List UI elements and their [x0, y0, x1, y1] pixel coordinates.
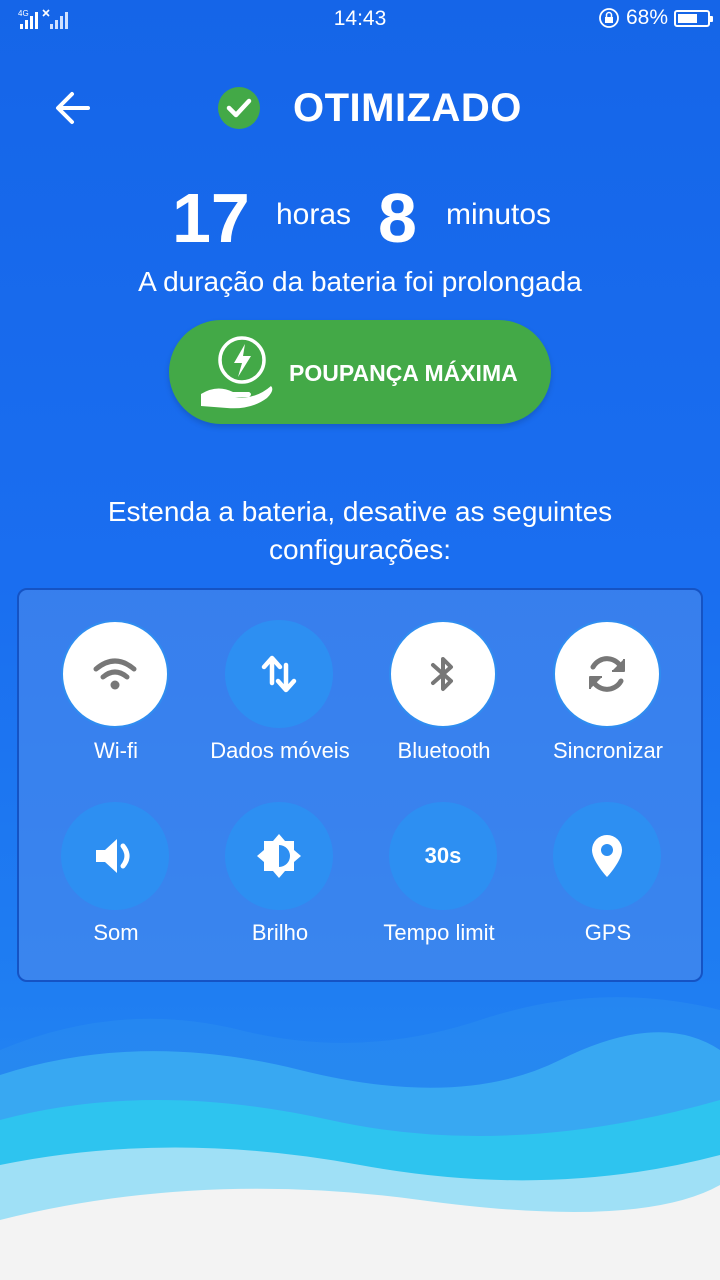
setting-timeout[interactable]: 30s Tempo limit: [362, 802, 526, 972]
hours-value: 17: [172, 179, 250, 257]
sound-toggle[interactable]: [61, 802, 169, 910]
battery-extension-duration: 17 horas 8 minutos: [0, 178, 720, 258]
hand-lightning-icon: [201, 336, 273, 409]
sync-toggle[interactable]: [553, 620, 661, 728]
wifi-toggle[interactable]: [61, 620, 169, 728]
sync-icon: [589, 656, 625, 692]
timeout-toggle[interactable]: 30s: [389, 802, 497, 910]
status-bar: 4G 14:43 68%: [0, 0, 720, 36]
brightness-toggle[interactable]: [225, 802, 333, 910]
settings-hint: Estenda a bateria, desative as seguintes…: [40, 493, 680, 569]
max-saving-label: POUPANÇA MÁXIMA: [289, 360, 518, 386]
battery-level: [678, 13, 698, 23]
duration-subtitle: A duração da bateria foi prolongada: [138, 266, 582, 297]
battery-icon: [674, 9, 713, 27]
battery-percent: 68%: [625, 6, 668, 29]
hours-unit: horas: [276, 198, 352, 231]
brightness-icon: [257, 834, 301, 878]
settings-panel: Wi-fi Dados móveis Bluetooth Sincronizar…: [17, 588, 703, 982]
setting-wifi[interactable]: Wi-fi: [34, 620, 198, 790]
setting-label: Sincronizar: [552, 738, 664, 763]
wave-decoration: [0, 997, 720, 1280]
setting-label: Tempo limit: [383, 920, 495, 945]
setting-gps[interactable]: GPS: [526, 802, 690, 972]
status-right: 68%: [598, 6, 713, 30]
mobile-data-icon: [261, 655, 297, 693]
setting-label: Brilho: [251, 920, 309, 945]
max-saving-button[interactable]: POUPANÇA MÁXIMA: [169, 320, 551, 424]
sound-icon: [96, 839, 130, 873]
gps-toggle[interactable]: [553, 802, 661, 910]
minutes-value: 8: [378, 179, 417, 257]
arrow-left-icon[interactable]: [48, 84, 96, 132]
bluetooth-icon: [431, 657, 453, 691]
setting-brightness[interactable]: Brilho: [198, 802, 362, 972]
minutes-unit: minutos: [446, 198, 552, 231]
rotation-lock-icon: [599, 8, 619, 28]
settings-hint-line1: Estenda a bateria, desative as seguintes: [107, 496, 613, 527]
setting-label: GPS: [584, 920, 632, 945]
bluetooth-toggle[interactable]: [389, 620, 497, 728]
mobile-data-toggle[interactable]: [225, 620, 333, 728]
setting-mobile-data[interactable]: Dados móveis: [198, 620, 362, 790]
wifi-icon: [93, 658, 137, 690]
gps-icon: [592, 835, 622, 877]
check-circle-icon: [218, 87, 260, 129]
setting-bluetooth[interactable]: Bluetooth: [362, 620, 526, 790]
timeout-icon: 30s: [424, 843, 462, 868]
setting-sync[interactable]: Sincronizar: [526, 620, 690, 790]
setting-sound[interactable]: Som: [34, 802, 198, 972]
page-title: OTIMIZADO: [293, 86, 522, 130]
settings-hint-line2: configurações:: [268, 534, 452, 565]
